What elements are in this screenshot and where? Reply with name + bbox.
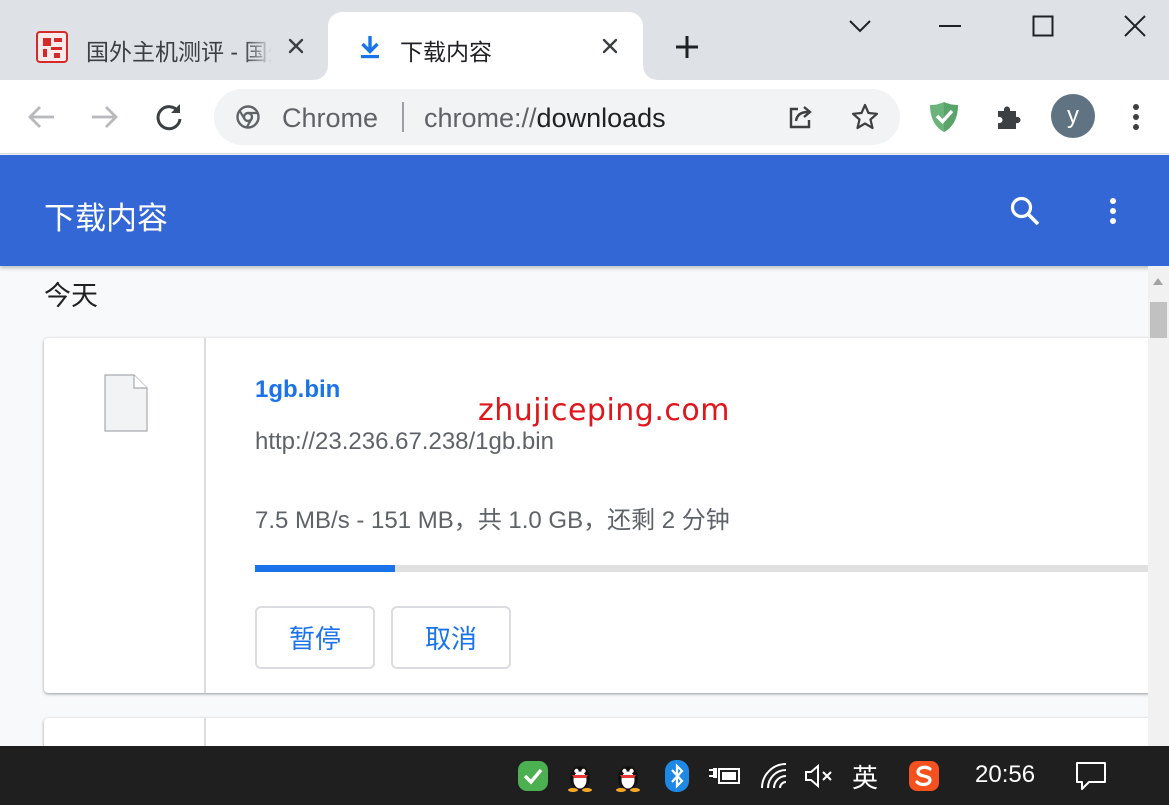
sogou-s-icon	[909, 761, 939, 791]
qq-tray-icon[interactable]	[610, 758, 646, 794]
pause-button[interactable]: 暂停	[255, 606, 375, 669]
downloads-list: 今天 1gb.bin http://23.236.67.238/1gb.bin …	[0, 266, 1148, 746]
wifi-tray-icon[interactable]	[758, 758, 794, 794]
extensions-button[interactable]	[990, 98, 1028, 136]
windows-taskbar: 英 20:56	[0, 746, 1169, 805]
arrow-right-icon	[92, 106, 118, 128]
page-scrollbar[interactable]	[1148, 266, 1169, 746]
download-status: 7.5 MB/s - 151 MB，共 1.0 GB，还剩 2 分钟	[255, 507, 730, 534]
maximize-icon	[1032, 15, 1054, 37]
site-seal-favicon-icon	[36, 31, 68, 63]
qq-tray-icon[interactable]	[562, 758, 598, 794]
profile-avatar[interactable]: y	[1051, 94, 1095, 138]
forward-button[interactable]	[86, 98, 124, 136]
address-bar[interactable]: Chrome chrome://downloads	[214, 89, 900, 145]
tab-downloads[interactable]: 下载内容	[314, 12, 657, 80]
file-source-url[interactable]: http://23.236.67.238/1gb.bin	[255, 428, 554, 456]
search-icon	[1010, 196, 1040, 226]
puzzle-icon	[998, 106, 1021, 129]
download-favicon-icon	[361, 36, 379, 59]
share-button[interactable]	[782, 98, 820, 136]
sogou-ime-tray-icon[interactable]	[906, 758, 942, 794]
cancel-button[interactable]: 取消	[391, 606, 511, 669]
window-close-button[interactable]	[1115, 8, 1155, 44]
date-group-label: 今天	[44, 281, 98, 311]
tab-zhujiceping[interactable]: 国外主机测评 - 国外	[24, 12, 324, 80]
scroll-thumb[interactable]	[1150, 302, 1167, 338]
check-shield-icon	[518, 761, 548, 791]
wifi-icon	[761, 763, 787, 789]
battery-tray-icon[interactable]	[707, 758, 743, 794]
downloads-header: 下载内容	[0, 155, 1169, 266]
extension-adguard-button[interactable]	[925, 98, 963, 136]
battery-charging-icon	[709, 768, 740, 784]
download-item	[44, 718, 1148, 746]
maximize-button[interactable]	[1023, 8, 1063, 44]
tab-strip: 国外主机测评 - 国外 下载内容	[0, 0, 1169, 80]
tab-title: 下载内容	[400, 39, 492, 65]
bluetooth-tray-icon[interactable]	[659, 758, 695, 794]
url-scheme: chrome://	[424, 103, 537, 133]
scroll-up-arrow-icon[interactable]	[1153, 278, 1163, 285]
tab-close-button[interactable]	[282, 32, 310, 60]
penguin-icon	[568, 766, 592, 792]
chrome-logo-icon	[236, 105, 260, 129]
notification-icon	[1076, 762, 1106, 790]
page-title: 下载内容	[44, 201, 168, 236]
bookmark-button[interactable]	[846, 98, 884, 136]
penguin-icon	[616, 766, 640, 792]
reload-button[interactable]	[150, 98, 188, 136]
download-progress-bar	[255, 565, 1148, 572]
tab-search-button[interactable]	[840, 8, 880, 44]
volume-tray-icon[interactable]	[802, 758, 838, 794]
more-vert-icon	[1133, 104, 1139, 130]
minimize-button[interactable]	[930, 8, 970, 44]
download-item: 1gb.bin http://23.236.67.238/1gb.bin 7.5…	[44, 338, 1148, 693]
card-divider	[204, 718, 206, 746]
new-tab-button[interactable]	[670, 30, 704, 64]
volume-muted-icon	[805, 763, 832, 789]
star-icon	[851, 103, 879, 130]
card-divider	[204, 338, 206, 693]
chrome-menu-button[interactable]	[1117, 98, 1155, 136]
plus-icon	[676, 36, 698, 58]
close-icon	[288, 38, 304, 54]
tab-close-button[interactable]	[596, 32, 624, 60]
shield-check-icon	[930, 102, 958, 132]
back-button[interactable]	[22, 98, 60, 136]
omnibox-separator	[402, 102, 404, 132]
file-name-link[interactable]: 1gb.bin	[255, 376, 340, 404]
progress-fill	[255, 565, 395, 572]
close-icon	[1124, 15, 1146, 37]
bluetooth-icon	[665, 760, 689, 792]
tab-title: 国外主机测评 - 国外	[86, 39, 272, 65]
security-tray-icon[interactable]	[515, 758, 551, 794]
close-icon	[602, 38, 618, 54]
downloads-menu-button[interactable]	[1093, 191, 1133, 231]
file-icon	[104, 374, 148, 432]
search-downloads-button[interactable]	[1005, 191, 1045, 231]
more-vert-icon	[1110, 198, 1116, 224]
arrow-left-icon	[28, 106, 54, 128]
reload-icon	[156, 104, 182, 131]
ime-language-indicator[interactable]: 英	[852, 758, 878, 795]
minimize-icon	[939, 25, 961, 27]
chevron-down-icon	[849, 20, 871, 33]
taskbar-clock[interactable]: 20:56	[975, 761, 1035, 789]
browser-toolbar: Chrome chrome://downloads y	[0, 80, 1169, 154]
omnibox-chip: Chrome	[282, 103, 379, 133]
url-path: downloads	[536, 103, 666, 133]
omnibox-url[interactable]: chrome://downloads	[424, 103, 666, 134]
action-center-button[interactable]	[1073, 758, 1109, 794]
share-icon	[789, 106, 812, 129]
